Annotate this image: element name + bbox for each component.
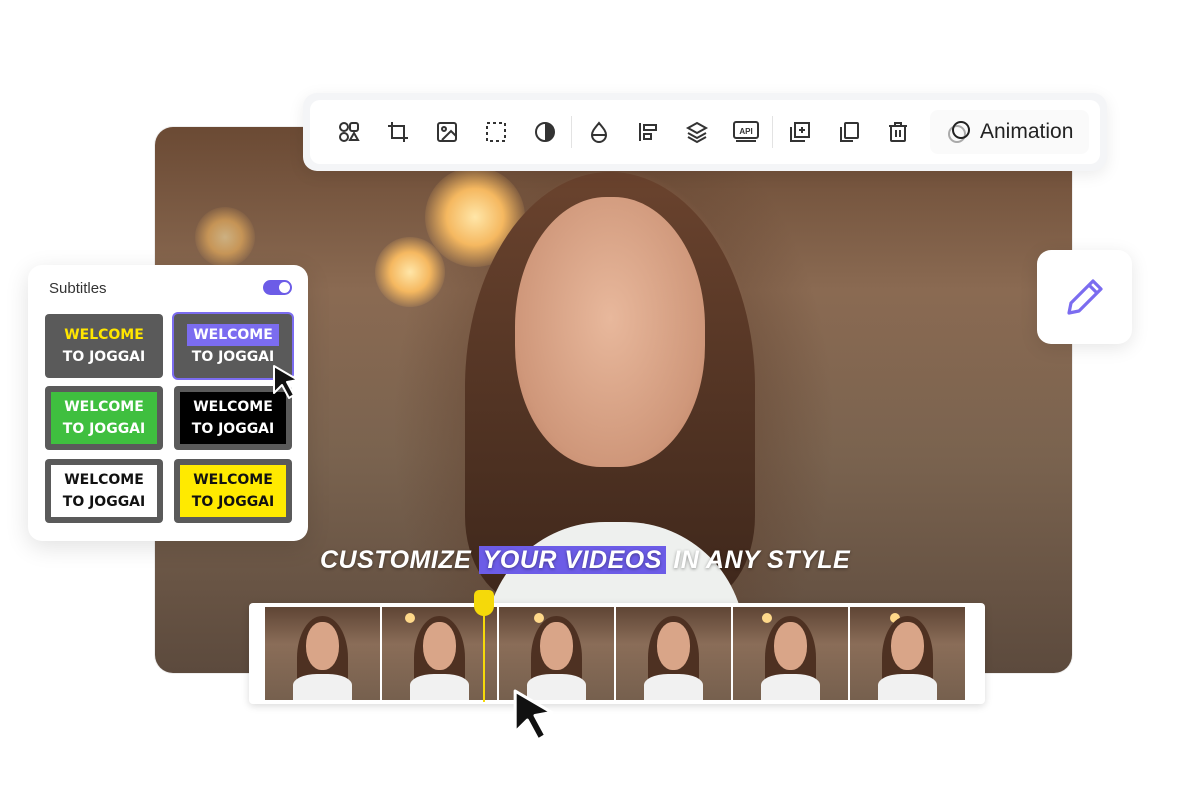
subtitles-title: Subtitles <box>49 280 107 297</box>
layers-icon <box>685 121 708 144</box>
layers-button[interactable] <box>672 112 721 152</box>
presenter-face <box>515 197 705 467</box>
subtitle-style-yellow-text[interactable]: WELCOME TO JOGGAI <box>45 314 163 378</box>
lamp-light <box>195 207 255 267</box>
contrast-button[interactable] <box>520 112 569 152</box>
crop-icon <box>387 122 408 142</box>
subtitles-toggle[interactable] <box>263 280 292 295</box>
animation-icon <box>948 121 970 143</box>
mouse-cursor-icon <box>273 365 299 399</box>
style-line2: TO JOGGAI <box>191 349 275 365</box>
timeline-frame <box>499 607 616 700</box>
video-caption: CUSTOMIZE YOUR VIDEOS IN ANY STYLE <box>320 546 850 575</box>
add-duplicate-icon <box>789 122 810 142</box>
style-line2: TO JOGGAI <box>62 349 146 365</box>
playhead-handle[interactable] <box>474 590 494 616</box>
style-box: WELCOME TO JOGGAI <box>51 392 157 444</box>
shapes-icon <box>338 122 360 142</box>
subtitle-style-white-box[interactable]: WELCOME TO JOGGAI <box>45 459 163 523</box>
timeline-frame <box>733 607 850 700</box>
style-line1: WELCOME <box>64 472 144 488</box>
droplet-icon <box>590 121 607 143</box>
style-box: WELCOME TO JOGGAI <box>51 465 157 517</box>
caption-before: CUSTOMIZE <box>320 546 472 574</box>
align-left-icon <box>638 123 657 141</box>
color-button[interactable] <box>574 112 623 152</box>
editor-toolbar: API Animation <box>303 93 1107 171</box>
style-line2: TO JOGGAI <box>62 494 146 510</box>
animation-label: Animation <box>980 120 1074 143</box>
timeline-frame <box>850 607 967 700</box>
dashed-square-icon <box>485 122 506 142</box>
style-line2: TO JOGGAI <box>191 494 275 510</box>
mouse-cursor-icon <box>513 689 554 742</box>
style-line1: WELCOME <box>193 399 273 415</box>
style-line2: TO JOGGAI <box>191 421 275 437</box>
delete-button[interactable] <box>873 112 922 152</box>
api-icon: API <box>732 121 759 142</box>
subtitle-style-yellow-box[interactable]: WELCOME TO JOGGAI <box>174 459 292 523</box>
edit-button[interactable] <box>1037 250 1132 344</box>
trash-icon <box>888 122 907 142</box>
style-line1: WELCOME <box>193 472 273 488</box>
caption-after: IN ANY STYLE <box>673 546 851 574</box>
crop-button[interactable] <box>373 112 422 152</box>
timeline-frame <box>382 607 499 700</box>
timeline-frame <box>265 607 382 700</box>
timeline-frame <box>616 607 733 700</box>
caption-highlight: YOUR VIDEOS <box>478 546 666 574</box>
shapes-button[interactable] <box>324 112 373 152</box>
animation-button[interactable]: Animation <box>930 110 1090 154</box>
api-label: API <box>739 127 752 136</box>
toolbar-divider <box>772 116 773 148</box>
copy-button[interactable] <box>824 112 873 152</box>
selection-button[interactable] <box>471 112 520 152</box>
contrast-icon <box>534 122 555 142</box>
style-line1: WELCOME <box>64 399 144 415</box>
image-button[interactable] <box>422 112 471 152</box>
style-line1: WELCOME <box>187 324 279 346</box>
toolbar-divider <box>571 116 572 148</box>
timeline-frames <box>265 607 967 700</box>
style-line1: WELCOME <box>64 327 144 343</box>
api-button[interactable]: API <box>721 112 770 152</box>
pencil-icon <box>1066 279 1103 315</box>
style-box: WELCOME TO JOGGAI <box>180 392 286 444</box>
style-line2: TO JOGGAI <box>62 421 146 437</box>
style-box: WELCOME TO JOGGAI <box>180 465 286 517</box>
image-icon <box>436 122 457 142</box>
subtitle-style-green-box[interactable]: WELCOME TO JOGGAI <box>45 386 163 450</box>
add-duplicate-button[interactable] <box>775 112 824 152</box>
align-button[interactable] <box>623 112 672 152</box>
video-timeline[interactable] <box>249 603 985 704</box>
subtitles-panel: Subtitles WELCOME TO JOGGAI WELCOME TO J… <box>28 265 308 541</box>
copy-icon <box>839 122 859 142</box>
lamp-light <box>375 237 445 307</box>
toolbar-inner: API Animation <box>310 100 1100 164</box>
